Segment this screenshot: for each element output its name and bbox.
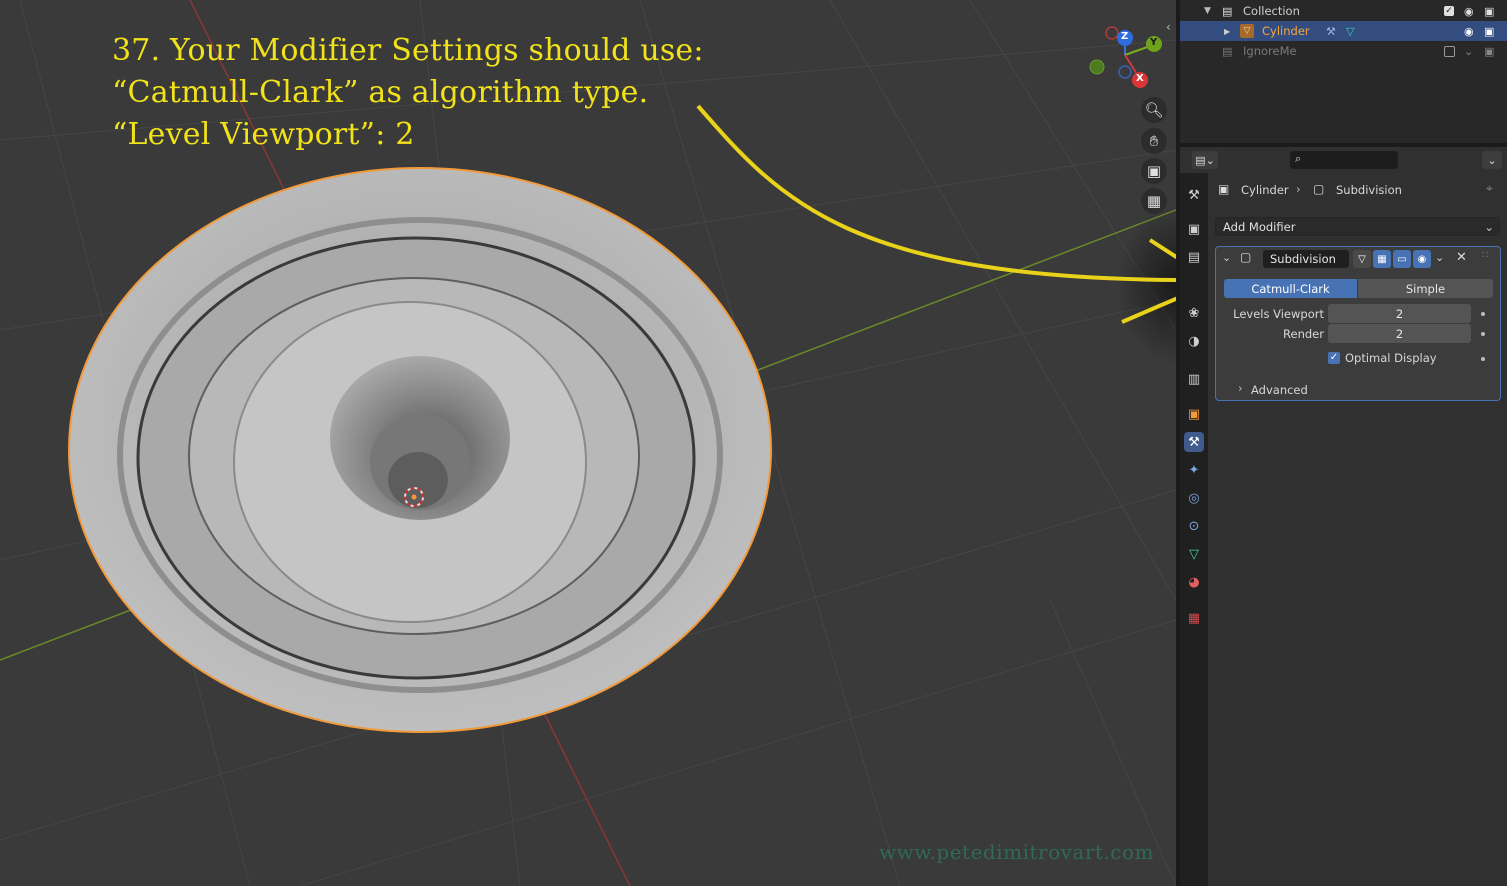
- material-tab-icon[interactable]: ◕: [1184, 572, 1204, 592]
- zoom-icon[interactable]: 🔍︎: [1141, 97, 1167, 123]
- constraints-tab-icon[interactable]: ⊙: [1184, 516, 1204, 536]
- gizmo-x-label: X: [1136, 73, 1144, 84]
- collection-tab-icon[interactable]: ▥: [1184, 369, 1204, 389]
- modifier-name-text: Subdivision: [1270, 252, 1336, 266]
- options-dropdown-icon[interactable]: ⌄: [1482, 151, 1502, 169]
- output-tab-icon[interactable]: ▤: [1184, 247, 1204, 267]
- render-levels-field[interactable]: 2: [1328, 324, 1471, 343]
- keyframe-dot-icon[interactable]: [1481, 332, 1485, 336]
- properties-tabs: ⚒ ▣ ▤ ❀ ◑ ▥ ▣ ⚒ ✦ ◎ ⊙ ▽ ◕ ▦: [1180, 173, 1208, 886]
- eye-icon[interactable]: ◉: [1464, 25, 1474, 38]
- subdivision-icon: ▢: [1240, 250, 1252, 264]
- modifier-menu-icon[interactable]: ⌄: [1435, 251, 1444, 264]
- search-icon: ⌕: [1295, 152, 1302, 165]
- add-modifier-dropdown[interactable]: Add Modifier ⌄: [1215, 217, 1500, 236]
- eye-icon[interactable]: ◉: [1464, 5, 1474, 18]
- collection-icon: ▤: [1222, 44, 1233, 58]
- collapse-chevron-icon[interactable]: ⌄: [1222, 251, 1231, 264]
- drag-handle-icon[interactable]: ∷: [1482, 250, 1488, 261]
- render-tab-icon[interactable]: ▣: [1184, 219, 1204, 239]
- properties-header: ▤⌄ ⌕ ⌄: [1180, 147, 1507, 173]
- gizmo-z-label: Z: [1121, 31, 1129, 42]
- mesh-object-icon: ▽: [1240, 24, 1254, 38]
- keyframe-dot-icon[interactable]: [1481, 357, 1485, 361]
- expand-right-icon[interactable]: ›: [1238, 381, 1243, 395]
- particles-tab-icon[interactable]: ✦: [1184, 460, 1204, 480]
- render-levels-value: 2: [1395, 326, 1404, 341]
- add-modifier-label: Add Modifier: [1223, 219, 1296, 234]
- collection-checkbox-icon[interactable]: ✓: [1444, 6, 1454, 16]
- outliner-row-ignoreme[interactable]: ▤ IgnoreMe ⌄ ▣: [1180, 41, 1507, 61]
- render-camera-icon[interactable]: ◉: [1413, 250, 1431, 268]
- properties-panel: ▣ Cylinder › ▢ Subdivision ⌖ Add Modifie…: [1208, 173, 1507, 886]
- optimal-display-label: Optimal Display: [1345, 351, 1437, 365]
- gizmo-y-label: Y: [1150, 37, 1158, 48]
- subdivision-modifier-panel: ⌄ ▢ Subdivision ▽ ▦ ▭ ◉ ⌄ ✕ ∷ Catmull-Cl…: [1215, 246, 1501, 401]
- subdivision-icon: ▢: [1313, 182, 1325, 196]
- advanced-subpanel-label[interactable]: Advanced: [1251, 383, 1308, 397]
- camera-icon[interactable]: ▣: [1484, 25, 1494, 38]
- breadcrumb-chevron-icon: ›: [1296, 182, 1301, 196]
- outliner-row-collection[interactable]: ▼ ▤ Collection ✓ ◉ ▣: [1180, 1, 1507, 21]
- caption-line-2: “Catmull-Clark” as algorithm type.: [112, 75, 649, 110]
- expand-right-icon[interactable]: ▶: [1224, 27, 1230, 36]
- camera-icon[interactable]: ▣: [1484, 5, 1494, 18]
- camera-icon[interactable]: ▣: [1484, 45, 1494, 58]
- edit-mode-icon[interactable]: ▦: [1373, 250, 1391, 268]
- watermark: www.petedimitrovart.com: [879, 840, 1154, 864]
- outliner-row-cylinder[interactable]: ▶ ▽ Cylinder ⚒ ▽ ◉ ▣: [1180, 21, 1507, 41]
- physics-tab-icon[interactable]: ◎: [1184, 488, 1204, 508]
- simple-label: Simple: [1405, 281, 1446, 296]
- close-icon[interactable]: ✕: [1456, 250, 1467, 265]
- render-label: Render: [1283, 327, 1324, 341]
- catmull-clark-button[interactable]: Catmull-Clark: [1224, 279, 1357, 298]
- eye-closed-icon[interactable]: ⌄: [1464, 45, 1473, 58]
- ignoreme-label: IgnoreMe: [1243, 44, 1297, 58]
- world-tab-icon[interactable]: ◑: [1184, 331, 1204, 351]
- outliner[interactable]: ▼ ▤ Collection ✓ ◉ ▣ ▶ ▽ Cylinder ⚒ ▽ ◉ …: [1180, 0, 1507, 143]
- scene-tab-icon[interactable]: ❀: [1184, 303, 1204, 323]
- viewport-display-icon[interactable]: ▭: [1393, 250, 1411, 268]
- wrench-icon[interactable]: ⚒: [1326, 25, 1336, 38]
- simple-button[interactable]: Simple: [1358, 279, 1493, 298]
- modifier-tab-icon[interactable]: ⚒: [1184, 432, 1204, 452]
- object-icon: ▣: [1218, 182, 1230, 196]
- editor-type-icon[interactable]: ▤⌄: [1192, 151, 1218, 169]
- cylinder-label: Cylinder: [1262, 24, 1310, 38]
- collection-icon: ▤: [1222, 4, 1233, 18]
- mesh-data-tab-icon[interactable]: ▽: [1184, 544, 1204, 564]
- chevron-down-icon: ⌄: [1484, 219, 1494, 234]
- collection-label: Collection: [1243, 4, 1300, 18]
- modifier-name-input[interactable]: Subdivision: [1263, 250, 1349, 268]
- 3d-viewport[interactable]: 37. Your Modifier Settings should use: “…: [0, 0, 1176, 886]
- levels-viewport-value: 2: [1395, 306, 1404, 321]
- breadcrumb-object: Cylinder: [1241, 183, 1289, 197]
- levels-viewport-field[interactable]: 2: [1328, 304, 1471, 323]
- caption-line-1: 37. Your Modifier Settings should use:: [112, 33, 704, 68]
- properties-search-input[interactable]: ⌕: [1290, 151, 1398, 169]
- collection-checkbox-icon[interactable]: [1444, 45, 1455, 57]
- collapse-sidebar-icon[interactable]: ‹: [1166, 20, 1171, 34]
- caption-line-3: “Level Viewport”: 2: [112, 117, 415, 152]
- object-tab-icon[interactable]: ▣: [1184, 404, 1204, 424]
- levels-viewport-label: Levels Viewport: [1233, 307, 1324, 321]
- pin-icon[interactable]: ⌖: [1486, 181, 1493, 196]
- keyframe-dot-icon[interactable]: [1481, 312, 1485, 316]
- pan-hand-icon[interactable]: ✋︎: [1141, 128, 1167, 154]
- camera-view-icon[interactable]: ▣: [1141, 158, 1167, 184]
- breadcrumb-modifier: Subdivision: [1336, 183, 1402, 197]
- expand-down-icon[interactable]: ▼: [1204, 6, 1211, 16]
- mesh-data-icon[interactable]: ▽: [1346, 25, 1354, 38]
- catmull-clark-label: Catmull-Clark: [1251, 281, 1330, 296]
- tool-tab-icon[interactable]: ⚒: [1184, 185, 1204, 205]
- texture-tab-icon[interactable]: ▦: [1184, 608, 1204, 628]
- edit-cage-icon[interactable]: ▽: [1353, 250, 1371, 268]
- perspective-grid-icon[interactable]: ▦: [1141, 188, 1167, 214]
- optimal-display-checkbox[interactable]: ✓: [1328, 352, 1340, 364]
